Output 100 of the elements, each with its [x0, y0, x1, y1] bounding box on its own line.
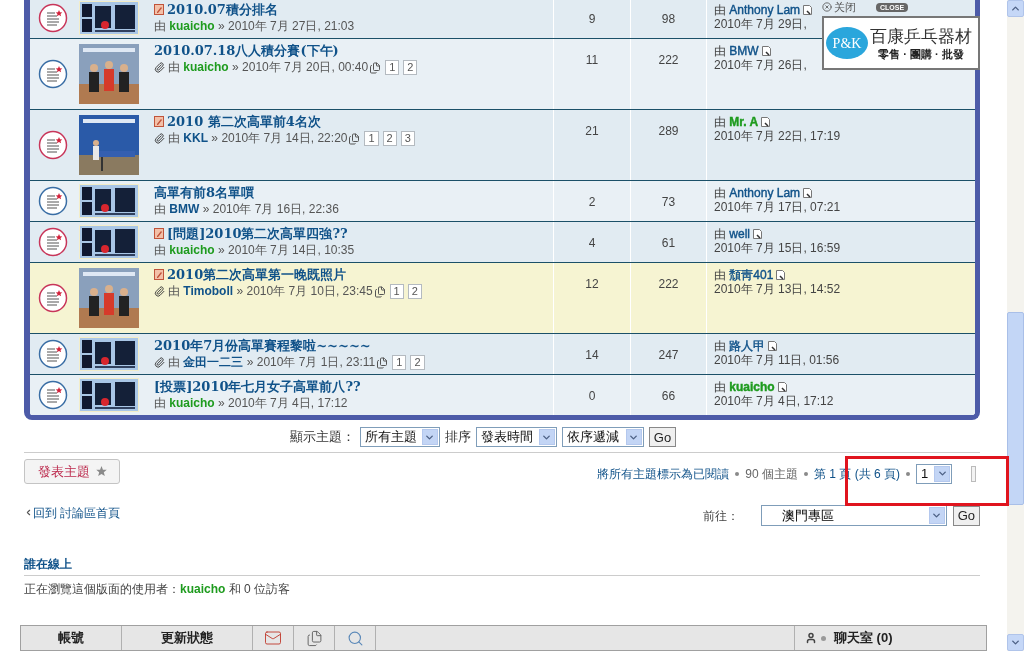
view-latest-icon[interactable]: [776, 270, 786, 280]
page-link[interactable]: 1: [392, 355, 407, 370]
username-link[interactable]: kuaicho: [180, 582, 226, 596]
section-heading: 誰在線上: [24, 556, 73, 573]
last-post-date: 2010年 7月 22日, 17:19: [714, 129, 842, 143]
view-count: 289: [658, 124, 679, 138]
reply-count: 9: [588, 12, 596, 26]
topic-title[interactable]: 2010第二次高單第一晚既照片: [167, 267, 347, 282]
last-post-author: 由 well: [714, 227, 750, 241]
last-post-date: 2010年 7月 4日, 17:12: [714, 394, 835, 408]
author-link[interactable]: Anthony Lam: [729, 186, 801, 200]
pages-icon: [376, 356, 389, 369]
last-post-date: 2010年 7月 13日, 14:52: [714, 282, 842, 296]
page-link[interactable]: 2: [403, 60, 418, 75]
topic-meta: 由 Timoboll » 2010年 7月 10日, 23:45: [168, 284, 373, 299]
author-link[interactable]: Anthony Lam: [729, 3, 801, 17]
page-link[interactable]: 2: [382, 131, 397, 146]
topic-title[interactable]: [投票]2010年七月女子高單前八??: [154, 379, 361, 394]
author-link[interactable]: well: [729, 227, 750, 241]
reply-count: 21: [585, 124, 599, 138]
page-select[interactable]: 1: [916, 463, 952, 484]
ad-banner[interactable]: P&K 百康乒乓器材 零售 · 團購 · 批發: [822, 16, 980, 70]
mark-read-link[interactable]: 將所有主題標示為已閱讀: [597, 464, 730, 483]
last-post-date: 2010年 7月 15日, 16:59: [714, 241, 842, 255]
topic-title[interactable]: 2010.07.18八人積分賽(下午): [154, 43, 339, 58]
sort-order-select[interactable]: 依序遞減: [561, 427, 644, 447]
view-latest-icon[interactable]: [768, 341, 778, 351]
scroll-down-button[interactable]: [1007, 634, 1024, 651]
topic-title[interactable]: 2010年7月份高單賽程黎啦~~~~~: [154, 338, 371, 353]
view-latest-icon[interactable]: [761, 46, 771, 56]
reply-count: 12: [585, 277, 599, 291]
star-icon: [95, 466, 107, 477]
topic-filter-select[interactable]: 所有主題: [359, 427, 440, 447]
view-latest-icon[interactable]: [803, 188, 813, 198]
back-to-index-link[interactable]: 回到 討論區首頁: [24, 503, 121, 522]
page-link[interactable]: 1: [385, 60, 400, 75]
reply-count: 2: [588, 195, 596, 209]
page-link[interactable]: 2: [410, 355, 425, 370]
author-link[interactable]: Timoboll: [183, 284, 234, 298]
toolbar-button[interactable]: 帳號: [21, 626, 122, 650]
topic-count: 90 個主題: [745, 465, 798, 483]
reply-count: 0: [588, 389, 596, 403]
author-link[interactable]: 金田一二三: [183, 355, 244, 369]
last-post-author: 由 頹靑401: [714, 268, 774, 282]
online-users-text: 正在瀏覽這個版面的使用者：kuaicho 和 0 位訪客: [24, 581, 292, 598]
view-count: 66: [661, 389, 676, 403]
pages-icon: [369, 61, 382, 74]
forum-jump-select[interactable]: 澳門專區: [760, 505, 947, 526]
view-latest-icon[interactable]: [761, 117, 771, 127]
last-post-author: 由 Anthony Lam: [714, 3, 801, 17]
toolbar-button[interactable]: 更新狀態: [122, 626, 253, 650]
author-link[interactable]: 路人甲: [729, 339, 766, 353]
go-button[interactable]: Go: [648, 427, 677, 447]
pages-icon: [373, 285, 386, 298]
chevron-down-icon: [1010, 637, 1021, 648]
close-link[interactable]: 关闭: [822, 0, 856, 16]
topic-meta: 由 kuaicho » 2010年 7月 20日, 00:40: [168, 60, 369, 75]
scroll-thumb[interactable]: [1007, 312, 1024, 505]
sort-by-select[interactable]: 發表時間: [475, 427, 557, 447]
view-count: 73: [661, 195, 676, 209]
reply-count: 14: [585, 348, 599, 362]
ad-subtitle: 零售 · 團購 · 批發: [878, 47, 964, 61]
topic-meta: 由 金田一二三 » 2010年 7月 1日, 23:11: [168, 355, 376, 370]
topic-meta: 由 kuaicho » 2010年 7月 27日, 21:03: [154, 19, 355, 34]
view-latest-icon[interactable]: [753, 229, 762, 239]
close-icon: [822, 2, 832, 12]
author-link[interactable]: KKL: [183, 131, 208, 145]
topic-title[interactable]: 2010.07積分排名: [167, 2, 278, 17]
topic-title[interactable]: 2010 第二次高單前4名次: [167, 114, 321, 129]
view-count: 247: [658, 348, 679, 362]
reply-count: 4: [588, 236, 596, 250]
last-post-author: 由 BMW: [714, 44, 759, 58]
view-latest-icon[interactable]: [803, 5, 813, 15]
last-post-date: 2010年 7月 26日,: [714, 58, 808, 72]
page-scroll-handle[interactable]: [971, 465, 976, 482]
filter-label: 顯示主題：: [289, 428, 355, 447]
topic-meta: 由 KKL » 2010年 7月 14日, 22:20: [168, 131, 348, 146]
view-latest-icon[interactable]: [777, 382, 787, 392]
topic-meta: 由 kuaicho » 2010年 7月 14日, 10:35: [154, 243, 355, 258]
page-link[interactable]: 1: [364, 131, 379, 146]
page-link[interactable]: 1: [389, 284, 404, 299]
chevron-up-icon: [1010, 3, 1021, 14]
last-post-author: 由 Anthony Lam: [714, 186, 801, 200]
page-link[interactable]: 3: [400, 131, 415, 146]
author-link[interactable]: 頹靑401: [729, 268, 774, 282]
scroll-up-button[interactable]: [1007, 0, 1024, 17]
page-link[interactable]: 2: [407, 284, 422, 299]
go-button[interactable]: Go: [952, 505, 980, 526]
author-link[interactable]: BMW: [169, 202, 200, 216]
topic-title[interactable]: [問題]2010第二次高單四強??: [167, 226, 348, 241]
last-post-date: 2010年 7月 29日,: [714, 17, 808, 31]
view-count: 98: [661, 12, 676, 26]
logo-badge: P&K: [826, 27, 868, 59]
last-post-author: 由 Mr. A: [714, 115, 759, 129]
new-topic-button[interactable]: 發表主題: [24, 459, 120, 484]
view-count: 61: [661, 236, 676, 250]
chat-button[interactable]: 聊天室 (0): [794, 626, 986, 650]
scrollbar[interactable]: [1007, 0, 1024, 651]
author-link[interactable]: BMW: [729, 44, 759, 58]
topic-title[interactable]: 高單有前8名單嘪: [154, 185, 255, 200]
